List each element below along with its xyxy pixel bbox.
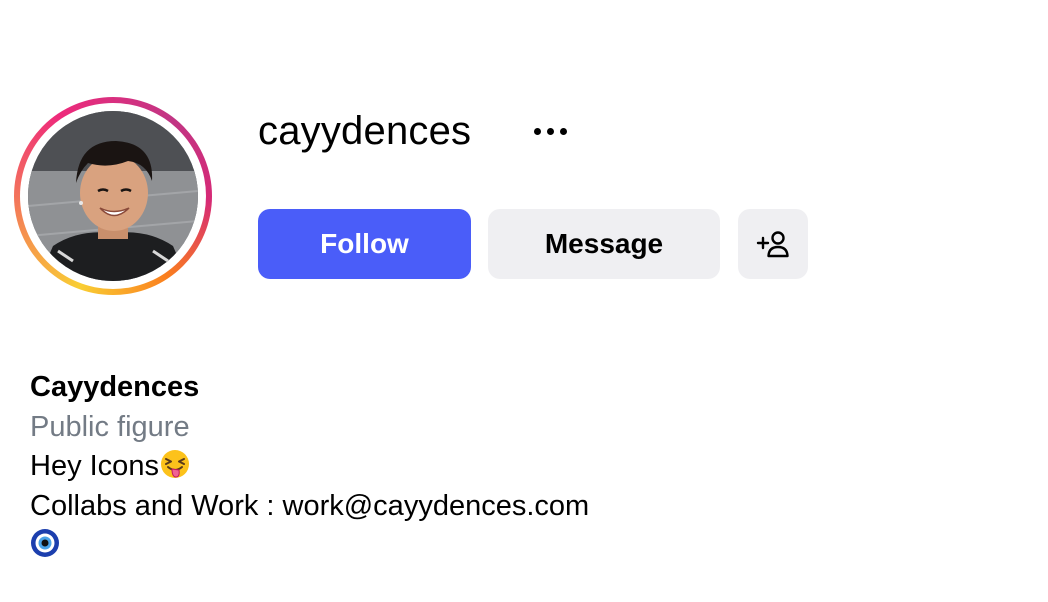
more-horizontal-icon-dot xyxy=(546,127,554,135)
bio-line-2: Collabs and Work : work@cayydences.com xyxy=(30,489,590,522)
add-person-icon xyxy=(756,231,789,258)
follow-button[interactable]: Follow xyxy=(258,209,471,279)
message-button[interactable]: Message xyxy=(488,209,720,279)
avatar-photo xyxy=(28,111,198,281)
more-horizontal-icon xyxy=(533,127,541,135)
more-options-button[interactable] xyxy=(520,112,580,150)
profile-avatar-story-ring[interactable] xyxy=(14,97,212,295)
nazar-amulet-emoji xyxy=(31,529,59,557)
more-horizontal-icon-dot xyxy=(559,127,567,135)
avatar[interactable] xyxy=(28,111,198,281)
avatar-ring-gap xyxy=(20,103,206,289)
squinting-face-with-tongue-emoji xyxy=(160,450,189,478)
suggested-accounts-button[interactable] xyxy=(738,209,808,279)
profile-display-name: Cayydences xyxy=(30,371,200,403)
profile-username: cayydences xyxy=(258,109,472,153)
profile-bio: Cayydences Public figure Hey Icons Colla… xyxy=(30,368,589,566)
profile-category: Public figure xyxy=(30,410,190,443)
bio-line-1-text: Hey Icons xyxy=(30,450,159,482)
bio-line-1: Hey Icons xyxy=(30,447,589,487)
bio-line-3 xyxy=(30,526,589,566)
